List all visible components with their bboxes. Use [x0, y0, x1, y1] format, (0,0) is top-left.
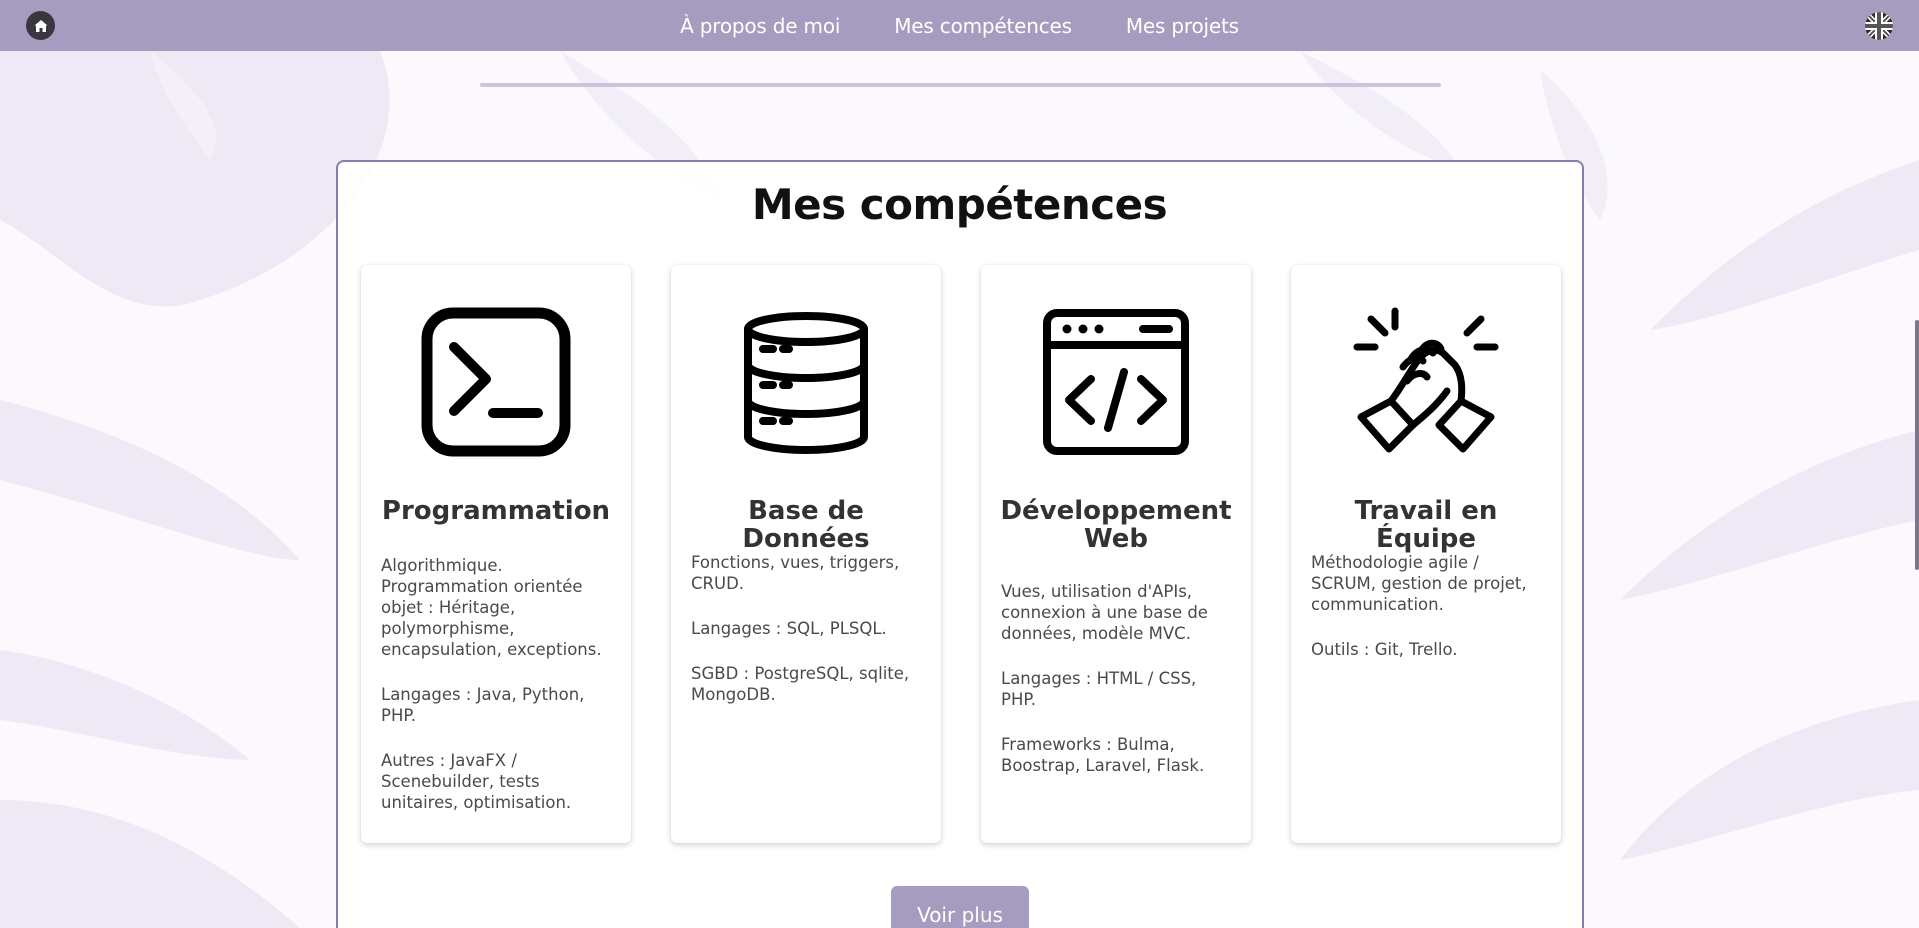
- skill-card-paragraph: Frameworks : Bulma, Boostrap, Laravel, F…: [1001, 735, 1205, 775]
- skill-card-paragraph: Méthodologie agile / SCRUM, gestion de p…: [1311, 553, 1527, 614]
- skill-card-web: Développement Web Vues, utilisation d'AP…: [981, 265, 1251, 843]
- nav-link-skills[interactable]: Mes compétences: [894, 14, 1072, 38]
- nav-links: À propos de moi Mes compétences Mes proj…: [0, 0, 1919, 51]
- skill-card-body: Algorithmique. Programmation orientée ob…: [381, 555, 615, 837]
- skill-card-paragraph: Fonctions, vues, triggers, CRUD.: [691, 553, 900, 593]
- skill-card-title: Travail en Équipe: [1354, 496, 1498, 554]
- skill-card-title: Programmation: [381, 496, 611, 526]
- section-divider: [480, 83, 1441, 87]
- skill-card-body: Vues, utilisation d'APIs, connexion à un…: [1001, 581, 1235, 800]
- skill-card-paragraph: Autres : JavaFX / Scenebuilder, tests un…: [381, 751, 572, 812]
- nav-link-projects[interactable]: Mes projets: [1126, 14, 1239, 38]
- skill-card-paragraph: Langages : Java, Python, PHP.: [381, 685, 585, 725]
- nav-link-about[interactable]: À propos de moi: [680, 14, 840, 38]
- navbar: À propos de moi Mes compétences Mes proj…: [0, 0, 1919, 51]
- code-window-icon: [1043, 309, 1189, 455]
- skills-title: Mes compétences: [751, 180, 1168, 229]
- skill-card-paragraph: Outils : Git, Trello.: [1311, 640, 1458, 659]
- skill-card-title: Développement Web: [1000, 496, 1232, 554]
- see-more-button[interactable]: Voir plus: [891, 886, 1029, 928]
- page: À propos de moi Mes compétences Mes proj…: [0, 0, 1919, 928]
- handshake-icon: [1353, 307, 1499, 453]
- skill-card-programming: Programmation Algorithmique. Programmati…: [361, 265, 631, 843]
- skill-card-body: Méthodologie agile / SCRUM, gestion de p…: [1311, 552, 1545, 684]
- uk-flag-icon: [1865, 12, 1893, 40]
- skill-card-body: Fonctions, vues, triggers, CRUD. Langage…: [691, 552, 925, 729]
- skill-card-paragraph: SGBD : PostgreSQL, sqlite, MongoDB.: [691, 664, 910, 704]
- terminal-icon: [421, 307, 571, 457]
- skill-card-paragraph: Algorithmique. Programmation orientée ob…: [381, 556, 602, 659]
- skill-card-database: Base de Données Fonctions, vues, trigger…: [671, 265, 941, 843]
- skill-card-paragraph: Langages : SQL, PLSQL.: [691, 619, 887, 638]
- language-switch-button[interactable]: [1865, 12, 1893, 40]
- skill-card-paragraph: Langages : HTML / CSS, PHP.: [1001, 669, 1197, 709]
- database-icon: [744, 312, 868, 455]
- skill-card-teamwork: Travail en Équipe Méthodologie agile / S…: [1291, 265, 1561, 843]
- scrollbar-thumb[interactable]: [1915, 320, 1919, 570]
- skill-card-title: Base de Données: [742, 496, 870, 554]
- skill-card-paragraph: Vues, utilisation d'APIs, connexion à un…: [1001, 582, 1208, 643]
